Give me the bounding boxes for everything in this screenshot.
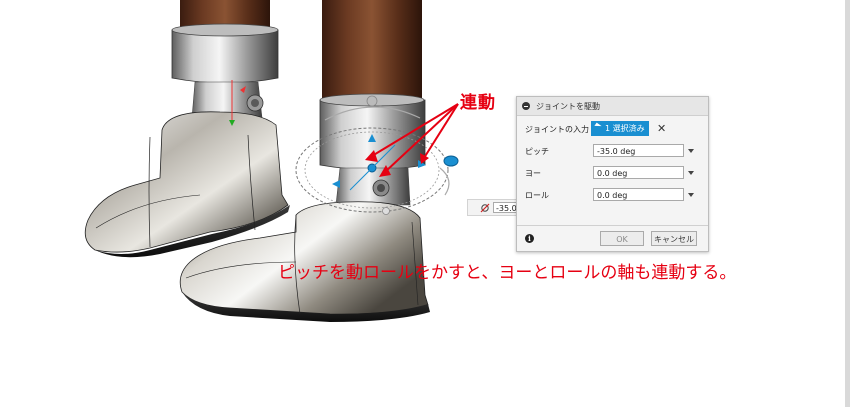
- info-icon[interactable]: i: [525, 234, 534, 243]
- roll-input[interactable]: 0.0 deg: [593, 188, 684, 201]
- linked-annotation-label: 連動: [460, 93, 496, 113]
- manipulator-arrow-left-icon[interactable]: [332, 180, 340, 188]
- pitch-dropdown-icon[interactable]: [688, 149, 694, 153]
- footer-divider: [517, 225, 708, 226]
- roll-label: ロール: [525, 190, 549, 200]
- drive-joints-panel: ジョイントを駆動 ジョイントの入力 1 選択済み ✕ ピッチ -35.0 deg…: [516, 96, 709, 252]
- ok-button[interactable]: OK: [600, 231, 644, 246]
- collapse-icon[interactable]: [522, 102, 530, 110]
- joint-input-label: ジョイントの入力: [525, 124, 589, 134]
- left-leg: [84, 0, 290, 258]
- pitch-row: ピッチ -35.0 deg: [517, 143, 708, 159]
- pitch-label: ピッチ: [525, 146, 549, 156]
- pitch-input[interactable]: -35.0 deg: [593, 144, 684, 157]
- joint-select-label: 1 選択済み: [605, 124, 645, 133]
- caption-annotation: ピッチを動ロールをかすと、ヨーとロールの軸も連動する。: [278, 263, 737, 283]
- panel-header[interactable]: ジョイントを駆動: [517, 97, 708, 116]
- panel-title: ジョイントを駆動: [536, 101, 600, 111]
- yaw-label: ヨー: [525, 168, 541, 178]
- manipulator-handle-yaw[interactable]: [443, 155, 459, 167]
- roll-dropdown-icon[interactable]: [688, 193, 694, 197]
- yaw-input[interactable]: 0.0 deg: [593, 166, 684, 179]
- roll-row: ロール 0.0 deg: [517, 187, 708, 203]
- manipulator-handle-bottom[interactable]: [382, 207, 390, 215]
- clear-selection-icon[interactable]: ✕: [657, 123, 666, 134]
- yaw-row: ヨー 0.0 deg: [517, 165, 708, 181]
- cursor-icon: [594, 122, 602, 130]
- joint-select-button[interactable]: 1 選択済み: [591, 121, 649, 136]
- yaw-dropdown-icon[interactable]: [688, 171, 694, 175]
- rotate-joint-icon: [480, 203, 490, 213]
- manipulator-handle-top[interactable]: [366, 95, 378, 107]
- 3d-viewport[interactable]: [0, 0, 850, 407]
- joint-input-row: ジョイントの入力 1 選択済み ✕: [517, 121, 708, 137]
- frame-edge: [845, 0, 850, 407]
- cancel-button[interactable]: キャンセル: [651, 231, 697, 246]
